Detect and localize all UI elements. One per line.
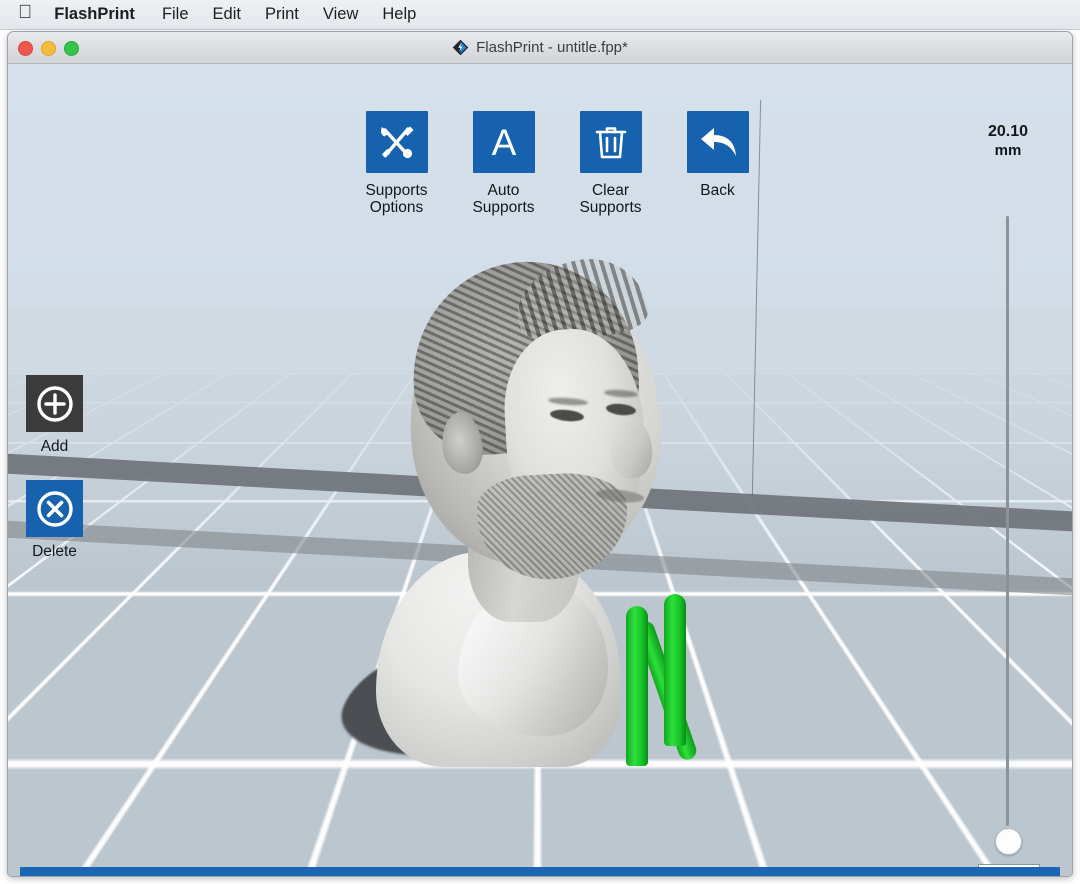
trash-can-icon <box>579 111 642 173</box>
macos-menubar:  FlashPrint File Edit Print View Help <box>0 0 1080 30</box>
clear-supports-label-line2: Supports <box>579 199 642 216</box>
supports-options-label-line2: Options <box>369 199 424 216</box>
cross-circle-icon <box>26 480 83 537</box>
add-support-label: Add <box>40 438 69 455</box>
application-window: FlashPrint - untitle.fpp* Supports Optio… <box>7 31 1073 877</box>
window-titlebar: FlashPrint - untitle.fpp* <box>8 32 1072 64</box>
delete-support-button[interactable]: Delete <box>26 480 83 561</box>
supports-options-label-line1: Supports <box>365 182 428 199</box>
height-slider: 20.10 mm 0.00 <box>952 122 1064 876</box>
delete-support-label: Delete <box>32 543 77 560</box>
auto-supports-label-line2: Supports <box>472 199 535 216</box>
supports-options-button[interactable]: Supports Options <box>355 111 438 216</box>
zoom-button[interactable] <box>64 41 79 56</box>
auto-supports-button[interactable]: A Auto Supports <box>462 111 545 216</box>
menu-help[interactable]: Help <box>382 5 416 24</box>
slider-max-label: 20.10 <box>987 123 1029 140</box>
supports-toolbar: Supports Options A Auto Supports Clear S… <box>355 111 759 216</box>
plus-circle-icon <box>26 375 83 432</box>
window-controls <box>18 41 79 56</box>
slider-track[interactable] <box>1006 216 1009 826</box>
auto-supports-label: Auto Supports <box>472 182 534 216</box>
back-arrow-icon <box>686 111 749 173</box>
support-structure-group[interactable] <box>616 594 708 774</box>
flashprint-diamond-logo <box>452 39 469 56</box>
support-edit-tools: Add Delete <box>26 375 83 561</box>
flashprint-application:  FlashPrint File Edit Print View Help F… <box>0 0 1080 884</box>
clear-supports-button[interactable]: Clear Supports <box>569 111 652 216</box>
status-bar: FlashForge Hunter FlashForge-EU.com <box>20 867 1060 876</box>
slider-handle[interactable] <box>995 828 1022 855</box>
supports-options-label: Supports Options <box>365 182 427 216</box>
window-title: FlashPrint - untitle.fpp* <box>476 39 628 56</box>
3d-viewport[interactable]: Supports Options A Auto Supports Clear S… <box>8 64 1072 876</box>
menu-file[interactable]: File <box>162 5 189 24</box>
minimize-button[interactable] <box>41 41 56 56</box>
clear-supports-label: Clear Supports <box>579 182 641 216</box>
support-pillar-2[interactable] <box>664 594 686 746</box>
back-label-line1: Back <box>700 182 735 199</box>
back-button[interactable]: Back <box>676 111 759 199</box>
support-pillar-1[interactable] <box>626 606 648 766</box>
letter-a-icon: A <box>472 111 535 173</box>
window-title-wrap: FlashPrint - untitle.fpp* <box>8 39 1072 56</box>
menu-flashprint[interactable]: FlashPrint <box>54 5 135 24</box>
menu-edit[interactable]: Edit <box>213 5 241 24</box>
back-label: Back <box>700 182 734 199</box>
apple-logo-icon[interactable]:  <box>18 3 32 22</box>
wrench-screwdriver-icon <box>365 111 428 173</box>
close-button[interactable] <box>18 41 33 56</box>
auto-supports-label-line1: Auto <box>487 182 520 199</box>
menu-view[interactable]: View <box>323 5 358 24</box>
menu-print[interactable]: Print <box>265 5 299 24</box>
add-support-button[interactable]: Add <box>26 375 83 456</box>
clear-supports-label-line1: Clear <box>591 182 630 199</box>
slider-unit-label: mm <box>994 142 1022 159</box>
svg-text:A: A <box>491 122 516 162</box>
